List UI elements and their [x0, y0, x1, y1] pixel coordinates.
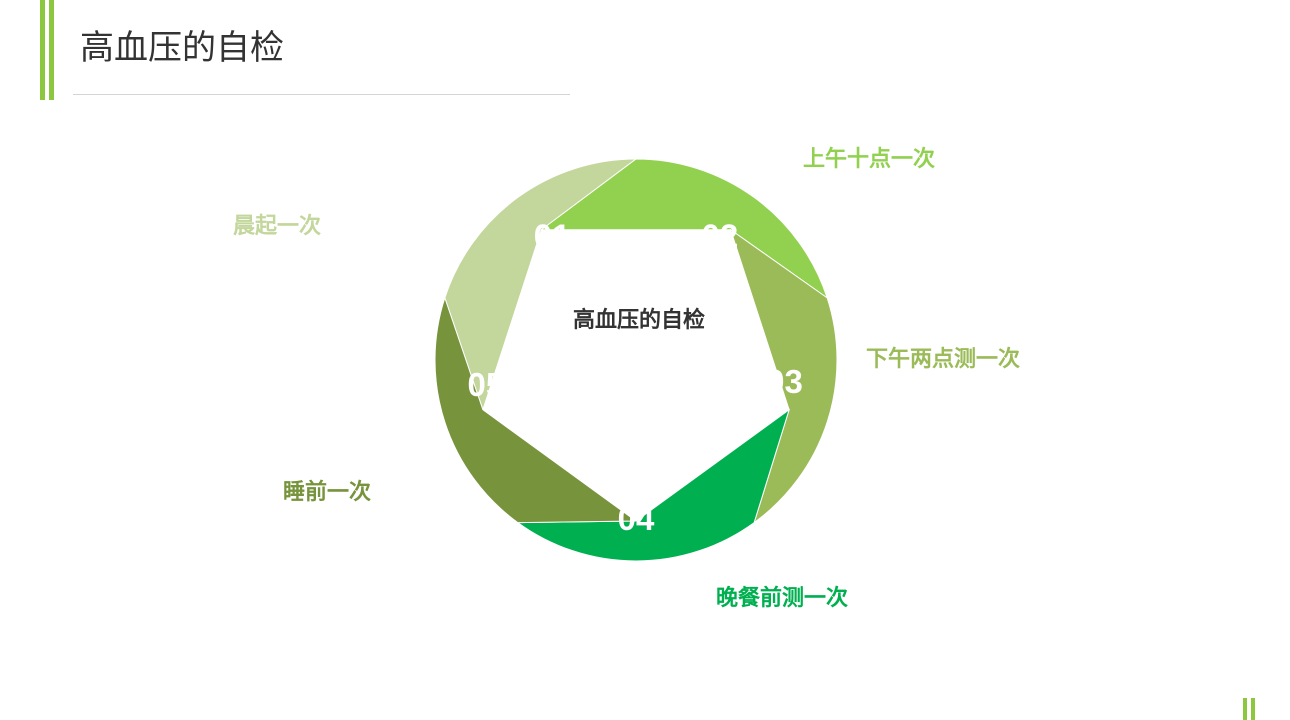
corner-accent-bar-right	[1251, 698, 1255, 720]
cycle-diagram: 01 02 03 04 05 晨起一次 上午十点一次下午两点测一次晚餐前测一次 睡前一次 高…	[233, 146, 1020, 611]
step-label-05: 睡前一次	[283, 479, 371, 505]
step-number-04: 04	[618, 500, 655, 537]
step-number-02: 02	[702, 218, 739, 255]
step-number-03: 03	[766, 363, 803, 400]
step-label-02: 上午十点一次	[803, 146, 935, 172]
step-number-05: 05	[468, 366, 505, 403]
step-label-04: 晚餐前测一次	[716, 585, 848, 611]
step-label-01: 晨起一次	[233, 213, 321, 239]
step-label-03: 下午两点测一次	[866, 346, 1020, 372]
step-number-01: 01	[534, 218, 571, 255]
diagram-center-label: 高血压的自检	[573, 307, 705, 333]
corner-accent-bar-left	[1243, 698, 1247, 720]
